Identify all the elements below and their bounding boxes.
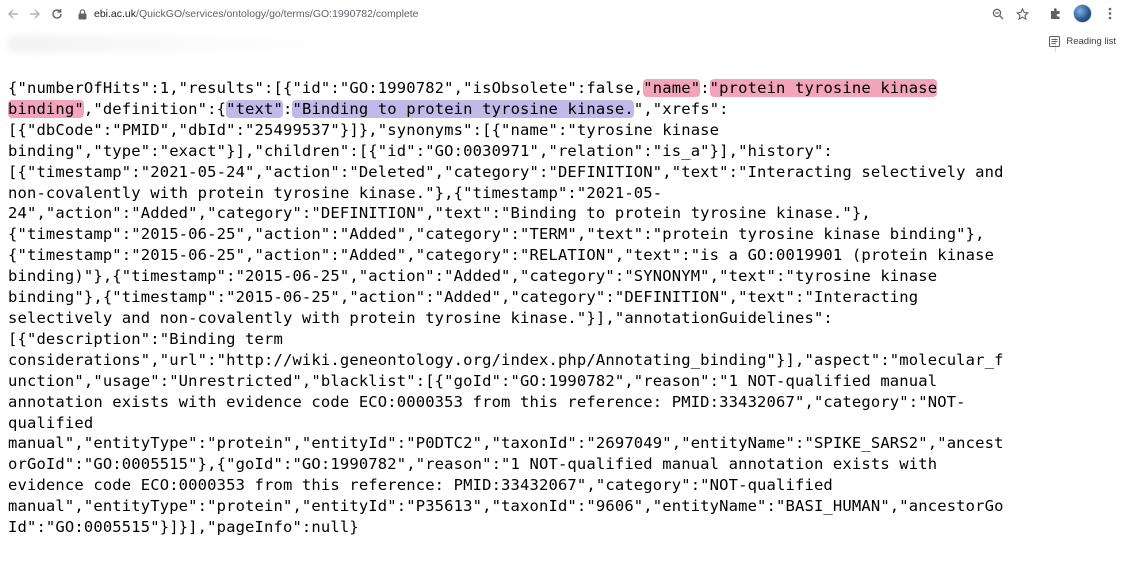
highlight-name-value: "protein tyrosine kinase [709,79,938,97]
json-line: {"timestamp":"2015-06-25","action":"Adde… [8,225,985,244]
json-line: Id":"GO:0005515"}]}],"pageInfo":null} [8,518,359,537]
reading-list-button[interactable]: Reading list [1049,36,1116,47]
json-line: ,"definition":{ [83,99,227,118]
json-content: {"numberOfHits":1,"results":[{"id":"GO:1… [8,78,1118,538]
json-line: unction","usage":"Unrestricted","blackli… [8,371,938,390]
browser-toolbar: ebi.ac.uk/QuickGO/services/ontology/go/t… [0,0,1122,28]
highlight-definition-value: "Binding to protein tyrosine kinase. [292,99,634,118]
json-line: manual","entityType":"protein","entityId… [8,434,1004,453]
json-colon: : [700,79,710,97]
arrow-left-icon [8,9,18,19]
json-line: [{"timestamp":"2021-05-24","action":"Del… [8,162,1004,181]
highlight-name-key: "name" [643,79,701,97]
reading-list-label: Reading list [1066,36,1116,47]
json-line: orGoId":"GO:0005515"},{"goId":"GO:199078… [8,455,938,474]
address-bar[interactable]: ebi.ac.uk/QuickGO/services/ontology/go/t… [74,3,1036,25]
kebab-menu-icon[interactable] [1102,6,1118,22]
bookmarks-bar: Reading list [0,28,1122,58]
arrow-right-icon [30,9,40,19]
json-line: non-covalently with protein tyrosine kin… [8,183,663,202]
json-line: selectively and non-covalently with prot… [8,308,833,327]
json-line: manual","entityType":"protein","entityId… [8,497,1004,516]
json-line: ","xrefs": [633,99,729,118]
url-path: /QuickGO/services/ontology/go/terms/GO:1… [136,8,419,20]
blurred-bookmarks [8,36,428,52]
avatar[interactable] [1073,4,1092,23]
back-button[interactable] [4,5,22,23]
json-line: {"numberOfHits":1,"results":[{"id":"GO:1… [8,79,644,97]
json-line: binding","type":"exact"}],"children":[{"… [8,141,833,160]
url-text[interactable]: ebi.ac.uk/QuickGO/services/ontology/go/t… [94,8,419,20]
json-line: {"timestamp":"2015-06-25","action":"Adde… [8,246,995,265]
json-line: qualified [8,413,94,432]
star-icon[interactable] [1014,6,1030,22]
reload-icon [52,9,62,19]
url-host: ebi.ac.uk [94,8,137,20]
puzzle-icon[interactable] [1047,6,1063,22]
json-response-text: {"numberOfHits":1,"results":[{"id":"GO:1… [8,78,1118,538]
zoom-icon[interactable] [990,6,1006,22]
lock-icon[interactable] [76,7,88,21]
json-line: [{"dbCode":"PMID","dbId":"25499537"}]},"… [8,120,720,139]
json-line: 24","action":"Added","category":"DEFINIT… [8,204,871,223]
json-line: [{"description":"Binding term [8,329,283,348]
json-line: considerations","url":"http://wiki.geneo… [8,350,1004,369]
highlight-name-value-cont: binding" [8,99,84,118]
json-line: binding"},{"timestamp":"2015-06-25","act… [8,288,919,307]
json-line: binding)"},{"timestamp":"2015-06-25","ac… [8,267,938,286]
forward-button[interactable] [26,5,44,23]
highlight-text-key: "text" [226,99,283,118]
reload-button[interactable] [48,5,66,23]
json-line: annotation exists with evidence code ECO… [8,392,966,411]
json-line: evidence code ECO:0000353 from this refe… [8,476,833,495]
reading-list-icon [1049,36,1061,47]
